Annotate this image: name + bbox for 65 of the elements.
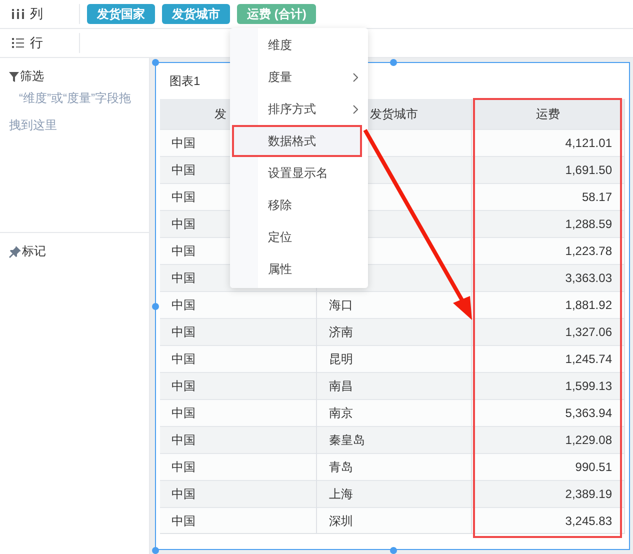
menu-item[interactable]: 排序方式 bbox=[230, 93, 368, 125]
column-header: 运费 bbox=[536, 106, 560, 120]
table-cell: 1,691.50 bbox=[565, 163, 612, 177]
table-cell: 58.17 bbox=[582, 190, 612, 204]
table-cell: 2,389.19 bbox=[565, 487, 612, 501]
filter-icon bbox=[9, 72, 19, 82]
table-cell: 中国 bbox=[172, 406, 196, 420]
column-header: 发货城市 bbox=[370, 106, 418, 120]
resize-handle[interactable] bbox=[390, 59, 396, 66]
table-cell: 1,327.06 bbox=[565, 325, 612, 339]
filter-label: 筛选 bbox=[20, 68, 44, 85]
table-cell: 中国 bbox=[172, 136, 196, 150]
table-cell: 中国 bbox=[172, 432, 196, 446]
resize-handle[interactable] bbox=[152, 303, 158, 310]
table-cell: 海口 bbox=[329, 298, 353, 312]
table-cell: 990.51 bbox=[575, 460, 612, 474]
table-cell: 3,245.83 bbox=[565, 514, 612, 528]
table-cell: 中国 bbox=[172, 378, 196, 392]
table-cell: 1,223.78 bbox=[565, 244, 612, 258]
table-cell: 中国 bbox=[172, 190, 196, 204]
menu-item[interactable]: 度量 bbox=[230, 61, 368, 93]
menu-item[interactable]: 数据格式 bbox=[232, 125, 362, 157]
table-cell: 中国 bbox=[172, 324, 196, 338]
table-cell: 深圳 bbox=[329, 514, 353, 528]
table-cell: 中国 bbox=[172, 352, 196, 366]
table-cell: 中国 bbox=[172, 270, 196, 284]
resize-handle[interactable] bbox=[152, 59, 158, 66]
resize-handle[interactable] bbox=[390, 547, 396, 554]
shelf-label: 列 bbox=[30, 5, 43, 23]
table-cell: 1,288.59 bbox=[565, 217, 612, 231]
table-cell: 1,245.74 bbox=[565, 352, 612, 366]
column-header: 发 bbox=[214, 106, 226, 120]
table-cell: 中国 bbox=[172, 298, 196, 312]
table-cell: 中国 bbox=[172, 162, 196, 176]
pin-icon bbox=[9, 246, 21, 258]
table-cell: 5,363.94 bbox=[565, 406, 612, 420]
table-cell: 南昌 bbox=[329, 378, 353, 392]
table-cell: 济南 bbox=[329, 324, 353, 338]
table-cell: 中国 bbox=[172, 216, 196, 230]
table-cell: 1,881.92 bbox=[565, 298, 612, 312]
filter-hint: “维度”或“度量”字段拖拽到这里 bbox=[9, 90, 132, 134]
menu-item[interactable]: 定位 bbox=[230, 221, 368, 253]
columns-icon bbox=[12, 9, 24, 19]
chart-title: 图表1 bbox=[168, 73, 200, 90]
table-cell: 中国 bbox=[172, 460, 196, 474]
shelf-label: 行 bbox=[30, 34, 43, 52]
menu-item[interactable]: 移除 bbox=[230, 189, 368, 221]
table-cell: 3,363.03 bbox=[565, 271, 612, 285]
resize-handle[interactable] bbox=[152, 547, 158, 554]
table-cell: 1,599.13 bbox=[565, 379, 612, 393]
table-cell: 4,121.01 bbox=[565, 136, 612, 150]
table-cell: 青岛 bbox=[329, 460, 353, 474]
menu-item[interactable]: 设置显示名 bbox=[230, 157, 368, 189]
table-cell: 1,229.08 bbox=[565, 433, 612, 447]
table-cell: 中国 bbox=[172, 486, 196, 500]
list-icon bbox=[12, 38, 24, 48]
marks-label: 标记 bbox=[22, 243, 46, 260]
table-cell: 中国 bbox=[172, 514, 196, 528]
table-cell: 南京 bbox=[329, 406, 353, 420]
table-cell: 昆明 bbox=[329, 352, 353, 366]
table-cell: 上海 bbox=[329, 486, 353, 500]
table-cell: 秦皇岛 bbox=[329, 432, 365, 446]
menu-item[interactable]: 维度 bbox=[230, 29, 368, 61]
table-cell: 中国 bbox=[172, 244, 196, 258]
menu-item[interactable]: 属性 bbox=[230, 253, 368, 285]
